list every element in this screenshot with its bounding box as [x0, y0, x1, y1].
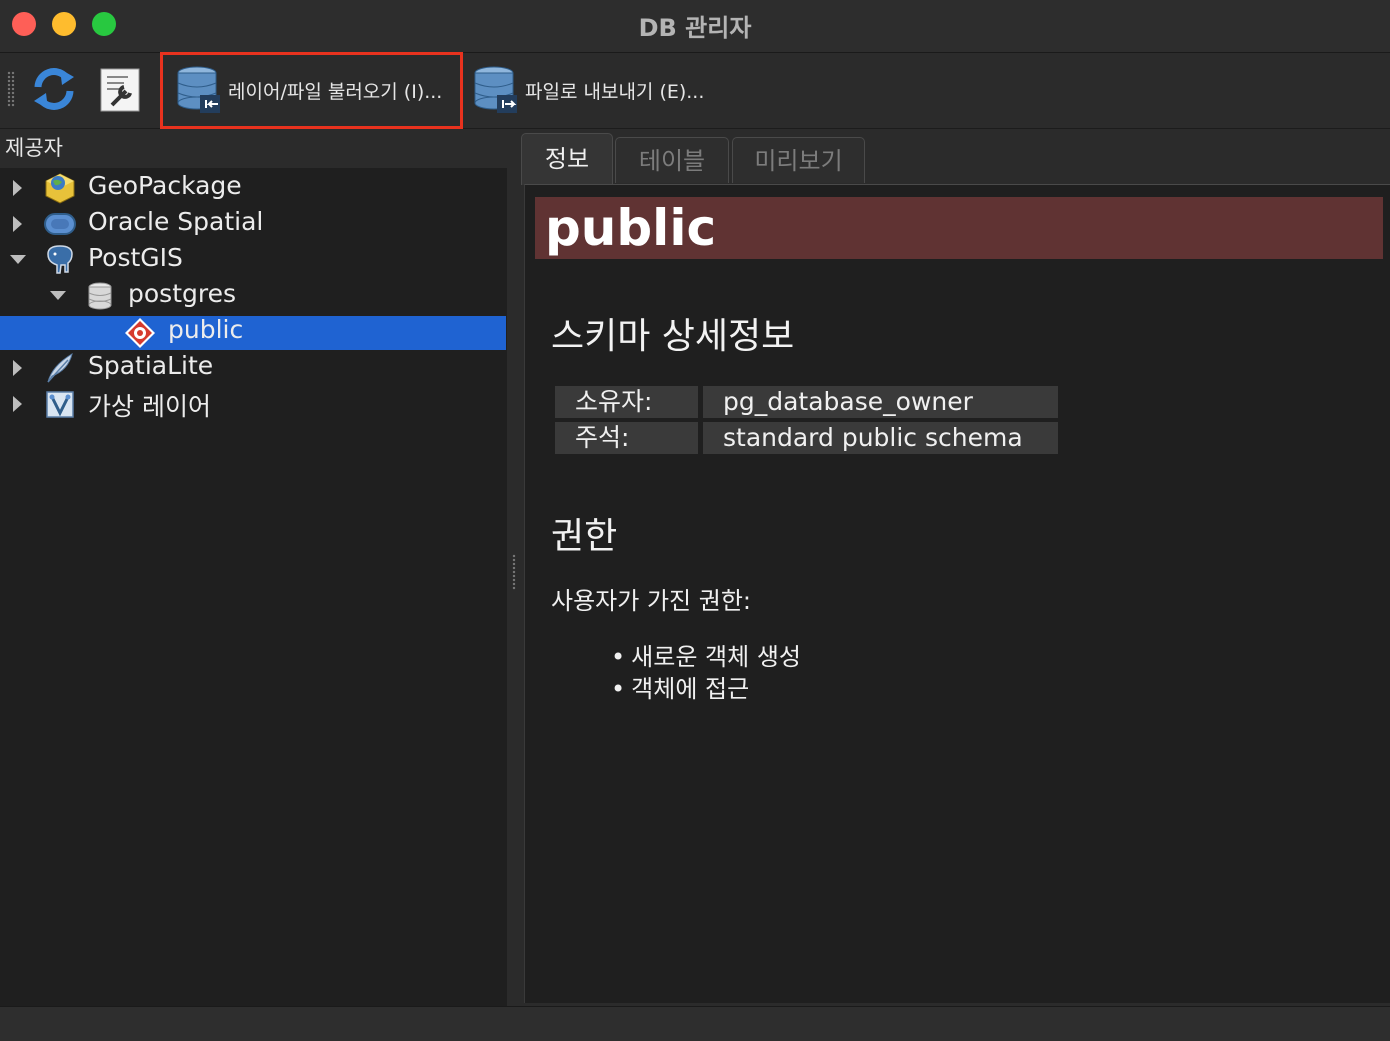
providers-panel: 제공자 GeoPackage Oracle Spatial PostGIS po…: [0, 129, 507, 1006]
geopackage-icon: [45, 173, 75, 204]
privilege-item: 새로운 객체 생성: [611, 637, 801, 672]
title-bar: DB 관리자: [0, 0, 1390, 53]
tree-item-label: postgres: [128, 279, 236, 308]
tree-item-public[interactable]: public: [0, 314, 507, 350]
window-title: DB 관리자: [638, 14, 752, 42]
refresh-button[interactable]: [30, 65, 78, 113]
tree-item-postgres[interactable]: postgres: [0, 278, 507, 314]
export-file-label: 파일로 내보내기 (E)...: [525, 80, 705, 103]
schema-details-heading: 스키마 상세정보: [551, 316, 795, 357]
collapse-arrow-icon[interactable]: [50, 291, 66, 300]
schema-icon: [125, 318, 155, 348]
oracle-icon: [44, 213, 76, 235]
tree-item-geopackage[interactable]: GeoPackage: [0, 170, 507, 206]
owner-value: pg_database_owner: [703, 386, 1058, 418]
splitter-grip-handle[interactable]: [512, 554, 516, 590]
tree-item-oracle-spatial[interactable]: Oracle Spatial: [0, 206, 507, 242]
virtual-layer-icon: [46, 391, 74, 418]
expand-arrow-icon[interactable]: [13, 396, 22, 412]
schema-name-banner: public: [535, 197, 1383, 259]
database-icon: [88, 282, 112, 310]
tree-item-postgis[interactable]: PostGIS: [0, 242, 507, 278]
document-wrench-icon: [100, 68, 140, 112]
status-bar: [0, 1006, 1390, 1041]
tab-info[interactable]: 정보: [521, 133, 613, 185]
tree-item-label: 가상 레이어: [88, 392, 211, 421]
selection-highlight: [0, 316, 506, 350]
postgis-elephant-icon: [47, 245, 73, 274]
database-export-icon: [474, 66, 517, 113]
toolbar-grip-handle[interactable]: [7, 71, 15, 107]
export-file-button[interactable]: 파일로 내보내기 (E)...: [473, 65, 704, 115]
tree-item-label: PostGIS: [88, 243, 183, 272]
privilege-item: 객체에 접근: [611, 669, 749, 704]
tree-item-label: Oracle Spatial: [88, 207, 264, 236]
tree-item-label: SpatiaLite: [88, 351, 214, 380]
owner-key: 소유자:: [555, 386, 698, 418]
tree-item-label: GeoPackage: [88, 171, 242, 200]
providers-tree: GeoPackage Oracle Spatial PostGIS postgr…: [0, 170, 507, 422]
refresh-icon: [34, 68, 74, 110]
expand-arrow-icon[interactable]: [13, 180, 22, 196]
schema-name-heading: public: [545, 199, 717, 257]
highlight-annotation: [160, 52, 463, 129]
tab-preview[interactable]: 미리보기: [732, 137, 865, 183]
providers-panel-title: 제공자: [0, 129, 507, 168]
privileges-intro: 사용자가 가진 권한:: [551, 587, 751, 615]
sql-window-button[interactable]: [98, 67, 142, 113]
tab-tables[interactable]: 테이블: [615, 137, 729, 183]
comment-key: 주석:: [555, 422, 698, 454]
collapse-arrow-icon[interactable]: [10, 255, 26, 264]
comment-value: standard public schema: [703, 422, 1058, 454]
expand-arrow-icon[interactable]: [13, 216, 22, 232]
panel-splitter[interactable]: [507, 129, 521, 1006]
tree-item-label: public: [168, 315, 244, 344]
spatialite-feather-icon: [47, 352, 73, 383]
tree-item-virtual-layer[interactable]: 가상 레이어: [0, 386, 507, 422]
privileges-heading: 권한: [551, 516, 618, 557]
tree-item-spatialite[interactable]: SpatiaLite: [0, 350, 507, 386]
info-content: public 스키마 상세정보 소유자: pg_database_owner 주…: [524, 184, 1390, 1003]
expand-arrow-icon[interactable]: [13, 360, 22, 376]
